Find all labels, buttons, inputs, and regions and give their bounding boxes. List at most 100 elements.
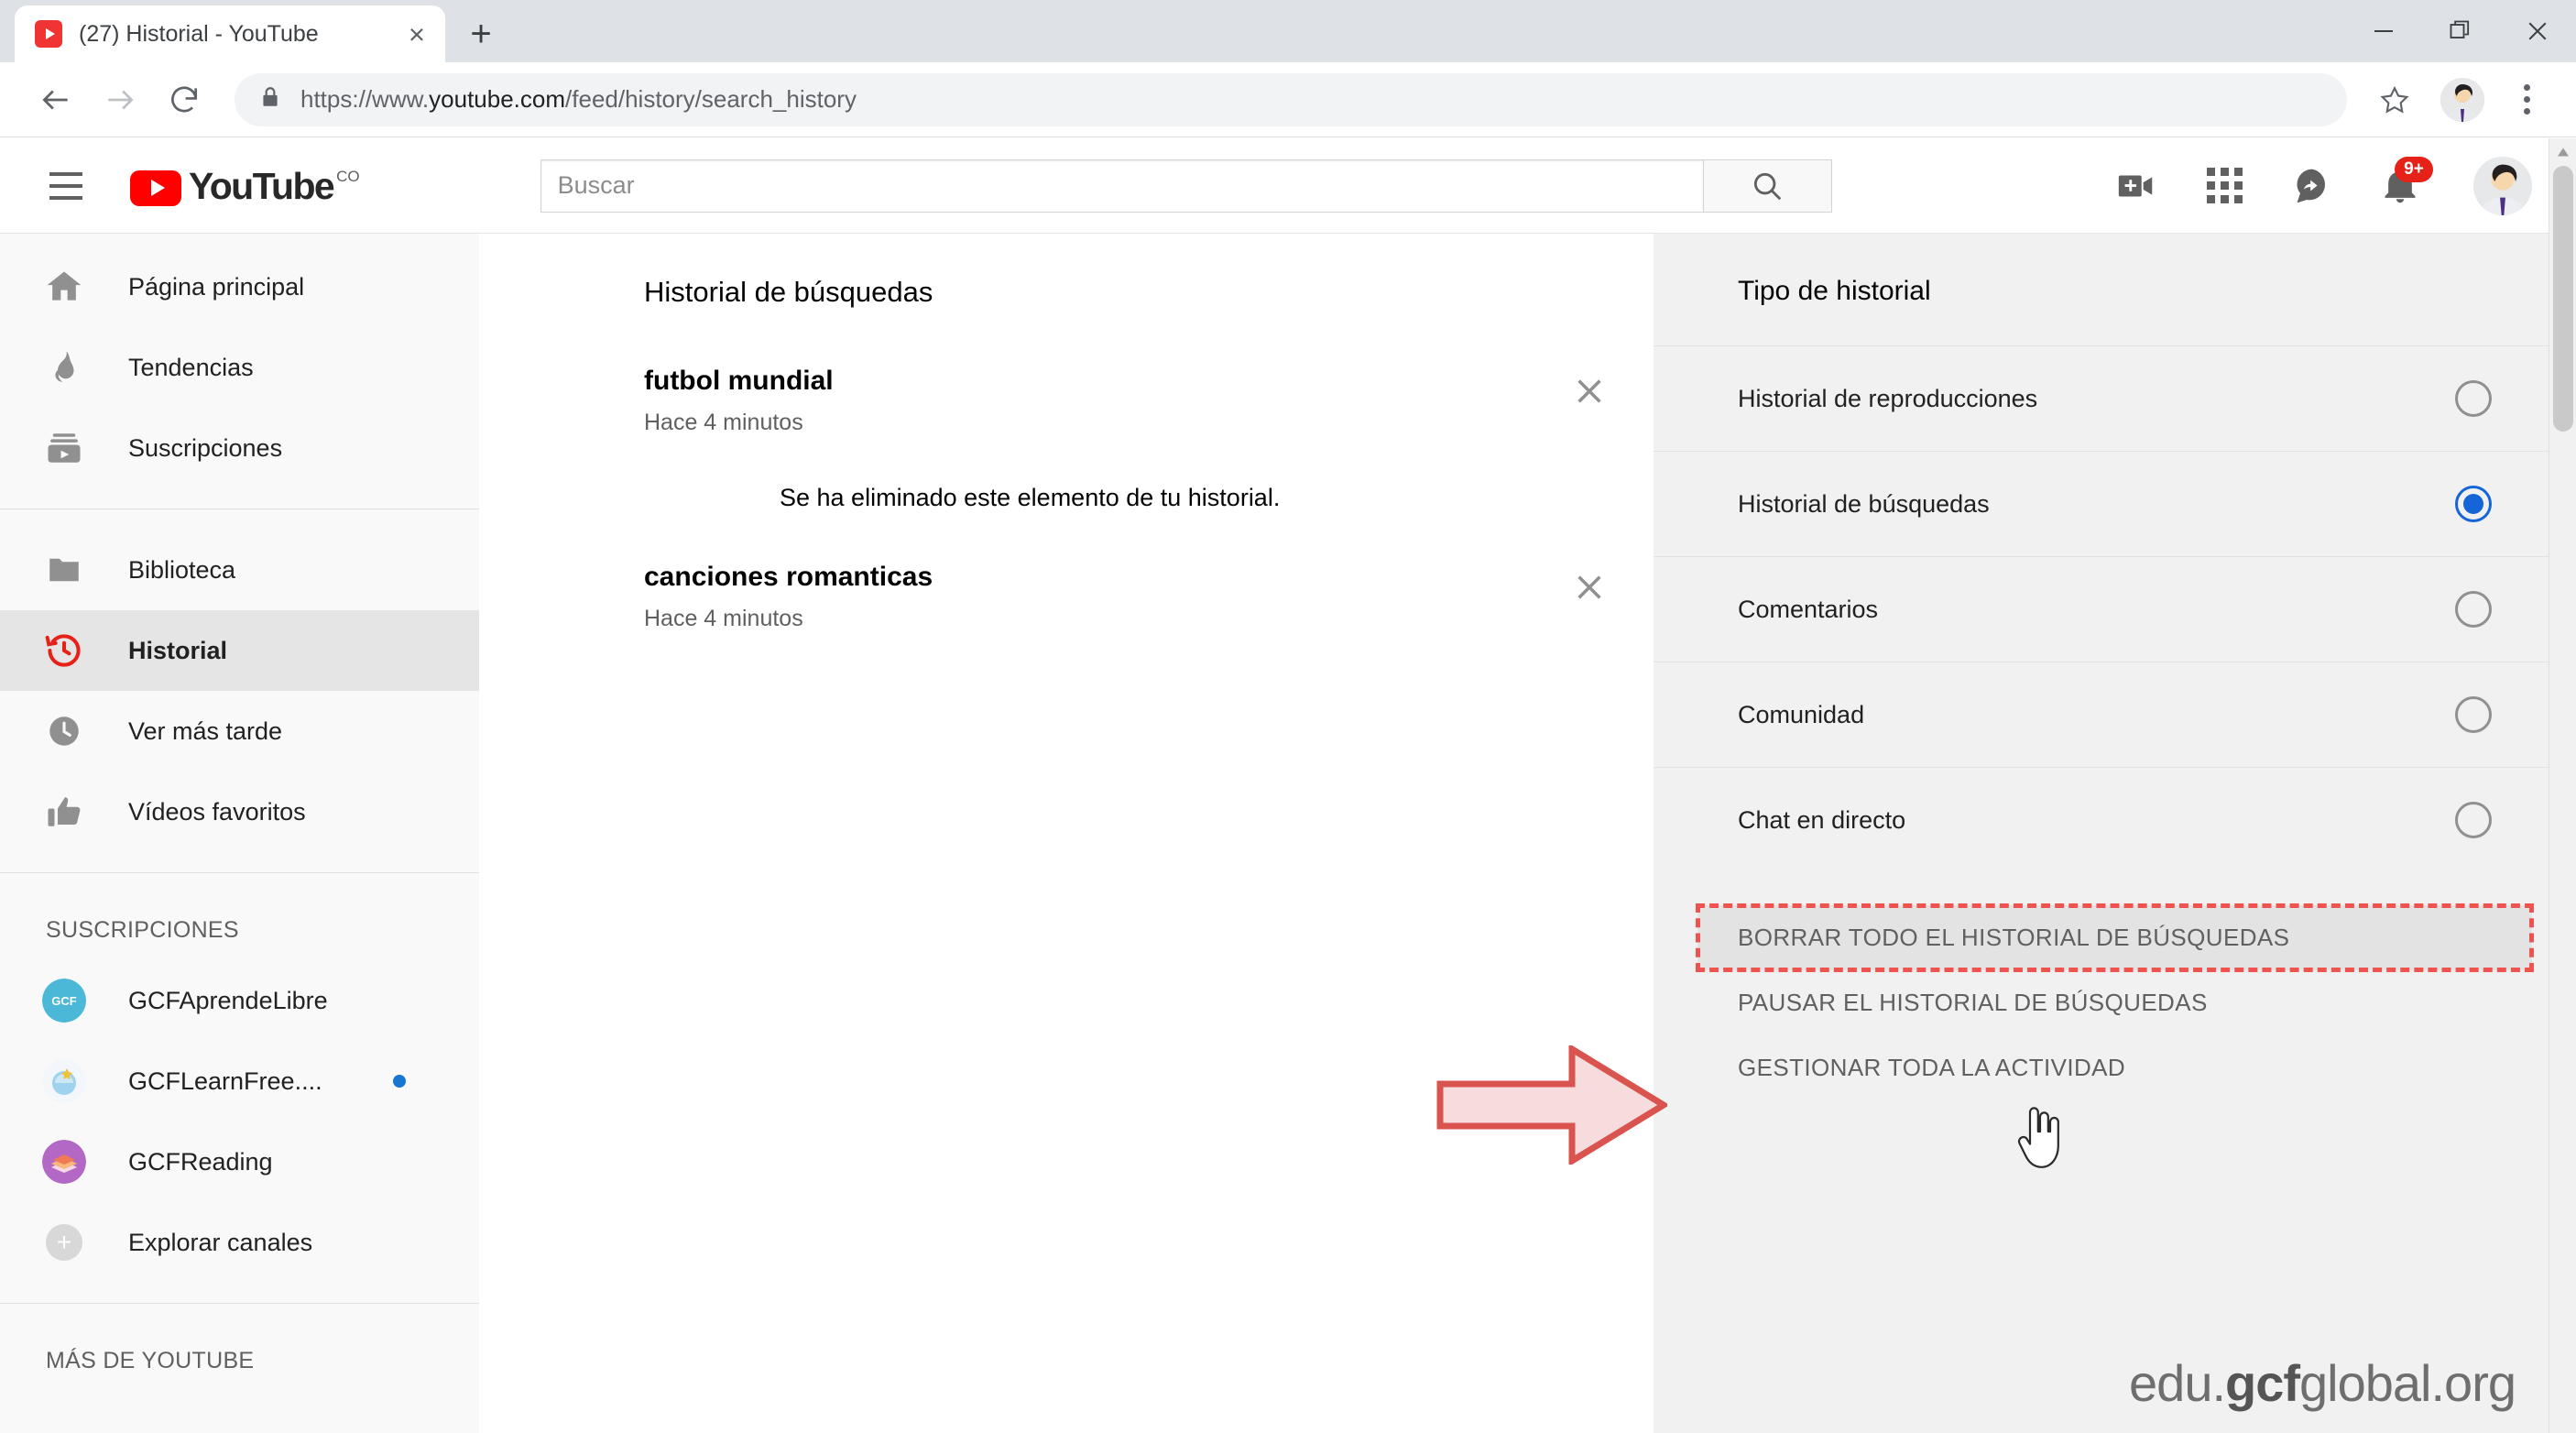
search-bar — [540, 159, 1832, 213]
radio-button[interactable] — [2455, 591, 2492, 628]
sidebar-item-subscriptions[interactable]: Suscripciones — [0, 408, 479, 488]
history-type-community[interactable]: Comunidad — [1654, 662, 2576, 767]
radio-button[interactable] — [2455, 802, 2492, 838]
url-text: https://www.youtube.com/feed/history/sea… — [300, 85, 857, 114]
sidebar-item-trending[interactable]: Tendencias — [0, 327, 479, 408]
three-dot-menu-icon[interactable] — [2501, 71, 2552, 129]
history-type-search[interactable]: Historial de búsquedas — [1654, 451, 2576, 556]
youtube-country-code: CO — [336, 167, 360, 185]
page-title: Historial de búsquedas — [644, 276, 933, 308]
sidebar-channel-gcflearnfree[interactable]: GCFLearnFree.... — [0, 1041, 479, 1121]
sidebar-section-subscriptions: SUSCRIPCIONES — [46, 917, 239, 943]
youtube-play-icon — [130, 170, 181, 206]
new-content-dot — [393, 1075, 406, 1088]
option-label: Historial de reproducciones — [1738, 384, 2038, 412]
history-query[interactable]: canciones romanticas — [644, 562, 933, 593]
sidebar-item-watch-later[interactable]: Ver más tarde — [0, 691, 479, 771]
history-item: canciones romanticas Hace 4 minutos — [644, 562, 1615, 632]
history-type-live-chat[interactable]: Chat en directo — [1654, 767, 2576, 872]
search-field[interactable] — [540, 159, 1704, 213]
sidebar-item-liked-videos[interactable]: Vídeos favoritos — [0, 771, 479, 852]
tab-title: (27) Historial - YouTube — [79, 20, 319, 47]
sidebar-divider — [0, 1303, 479, 1304]
sidebar-item-history[interactable]: Historial — [0, 610, 479, 691]
panel-actions: BORRAR TODO EL HISTORIAL DE BÚSQUEDAS PA… — [1654, 872, 2576, 1100]
sidebar-item-label: Biblioteca — [128, 555, 236, 584]
panel-title: Tipo de historial — [1738, 276, 1931, 306]
watermark-prefix: edu. — [2129, 1354, 2226, 1412]
sidebar-item-library[interactable]: Biblioteca — [0, 530, 479, 610]
manage-all-activity-button[interactable]: GESTIONAR TODA LA ACTIVIDAD — [1654, 1035, 2576, 1100]
create-video-icon[interactable] — [2092, 149, 2180, 223]
sidebar-channel-gcfreading[interactable]: GCFReading — [0, 1121, 479, 1202]
tab-strip: (27) Historial - YouTube × + — [0, 0, 2576, 62]
history-item: futbol mundial Hace 4 minutos — [644, 366, 1615, 436]
clear-all-search-history-button[interactable]: BORRAR TODO EL HISTORIAL DE BÚSQUEDAS — [1696, 903, 2534, 972]
history-query[interactable]: futbol mundial — [644, 366, 834, 397]
channel-name: GCFAprendeLibre — [128, 986, 328, 1014]
radio-button-selected[interactable] — [2455, 486, 2492, 522]
sidebar-item-label: Vídeos favoritos — [128, 797, 306, 826]
chrome-profile-avatar[interactable] — [2440, 77, 2484, 122]
minimize-icon[interactable] — [2345, 0, 2422, 62]
channel-name: GCFLearnFree.... — [128, 1067, 322, 1095]
browser-window: (27) Historial - YouTube × + https://www… — [0, 0, 2576, 1433]
history-clock-icon — [40, 627, 88, 674]
youtube-favicon-icon — [35, 20, 62, 48]
sidebar-item-label: Página principal — [128, 272, 305, 301]
plus-circle-icon: + — [46, 1224, 82, 1261]
url-path: /feed/history/search_history — [565, 85, 857, 113]
history-type-watch[interactable]: Historial de reproducciones — [1654, 345, 2576, 451]
sidebar-section-more-from-youtube: MÁS DE YOUTUBE — [46, 1348, 255, 1373]
reload-icon[interactable] — [152, 68, 216, 132]
radio-button[interactable] — [2455, 380, 2492, 417]
back-arrow-icon[interactable] — [24, 68, 88, 132]
search-history-content: Historial de búsquedas futbol mundial Ha… — [479, 234, 1654, 1433]
channel-name: GCFReading — [128, 1147, 273, 1176]
search-button[interactable] — [1703, 159, 1832, 213]
scroll-up-arrow-icon[interactable] — [2549, 138, 2576, 166]
browser-tab[interactable]: (27) Historial - YouTube × — [15, 5, 445, 62]
channel-avatar — [42, 1140, 86, 1184]
sidebar-item-explore-channels[interactable]: + Explorar canales — [0, 1202, 479, 1283]
forward-arrow-icon[interactable] — [88, 68, 152, 132]
option-label: Historial de búsquedas — [1738, 489, 1990, 518]
sidebar-item-label: Tendencias — [128, 353, 254, 381]
apps-grid-icon[interactable] — [2180, 149, 2268, 223]
search-input[interactable] — [557, 171, 1686, 200]
youtube-masthead: YouTube CO Buscar 9+ — [0, 138, 2576, 234]
radio-button[interactable] — [2455, 696, 2492, 733]
channel-avatar — [42, 1059, 86, 1103]
account-avatar[interactable] — [2473, 156, 2532, 215]
new-tab-button[interactable]: + — [451, 5, 511, 62]
close-icon[interactable] — [2499, 0, 2576, 62]
close-icon[interactable] — [1564, 562, 1615, 613]
address-bar[interactable]: https://www.youtube.com/feed/history/sea… — [235, 72, 2347, 126]
sidebar-item-label: Ver más tarde — [128, 716, 283, 745]
watermark-brand: gcf — [2225, 1354, 2300, 1412]
scrollbar-thumb[interactable] — [2553, 166, 2573, 432]
sidebar: Página principal Tendencias Suscripcione… — [0, 234, 479, 1433]
close-icon[interactable] — [1564, 366, 1615, 417]
url-host: youtube.com — [429, 85, 566, 113]
history-timestamp: Hace 4 minutos — [644, 410, 803, 435]
option-label: Comunidad — [1738, 700, 1865, 728]
watermark-suffix: global.org — [2299, 1354, 2516, 1412]
trending-flame-icon — [40, 344, 88, 391]
tab-close-icon[interactable]: × — [409, 20, 425, 49]
browser-toolbar: https://www.youtube.com/feed/history/sea… — [0, 62, 2576, 137]
restore-icon[interactable] — [2422, 0, 2499, 62]
history-type-comments[interactable]: Comentarios — [1654, 556, 2576, 662]
sidebar-item-home[interactable]: Página principal — [0, 246, 479, 327]
sidebar-channel-gcfaprendelibre[interactable]: GCF GCFAprendeLibre — [0, 960, 479, 1041]
menu-icon[interactable] — [33, 153, 99, 219]
page-scrollbar[interactable] — [2549, 138, 2576, 1433]
youtube-logo[interactable]: YouTube CO — [130, 166, 360, 206]
messages-icon[interactable] — [2268, 149, 2356, 223]
youtube-wordmark: YouTube — [189, 164, 335, 207]
pause-search-history-button[interactable]: PAUSAR EL HISTORIAL DE BÚSQUEDAS — [1654, 970, 2576, 1035]
lock-icon — [258, 85, 282, 114]
star-icon[interactable] — [2365, 71, 2424, 129]
notifications-bell-icon[interactable]: 9+ — [2356, 149, 2444, 223]
option-label: Comentarios — [1738, 595, 1879, 623]
